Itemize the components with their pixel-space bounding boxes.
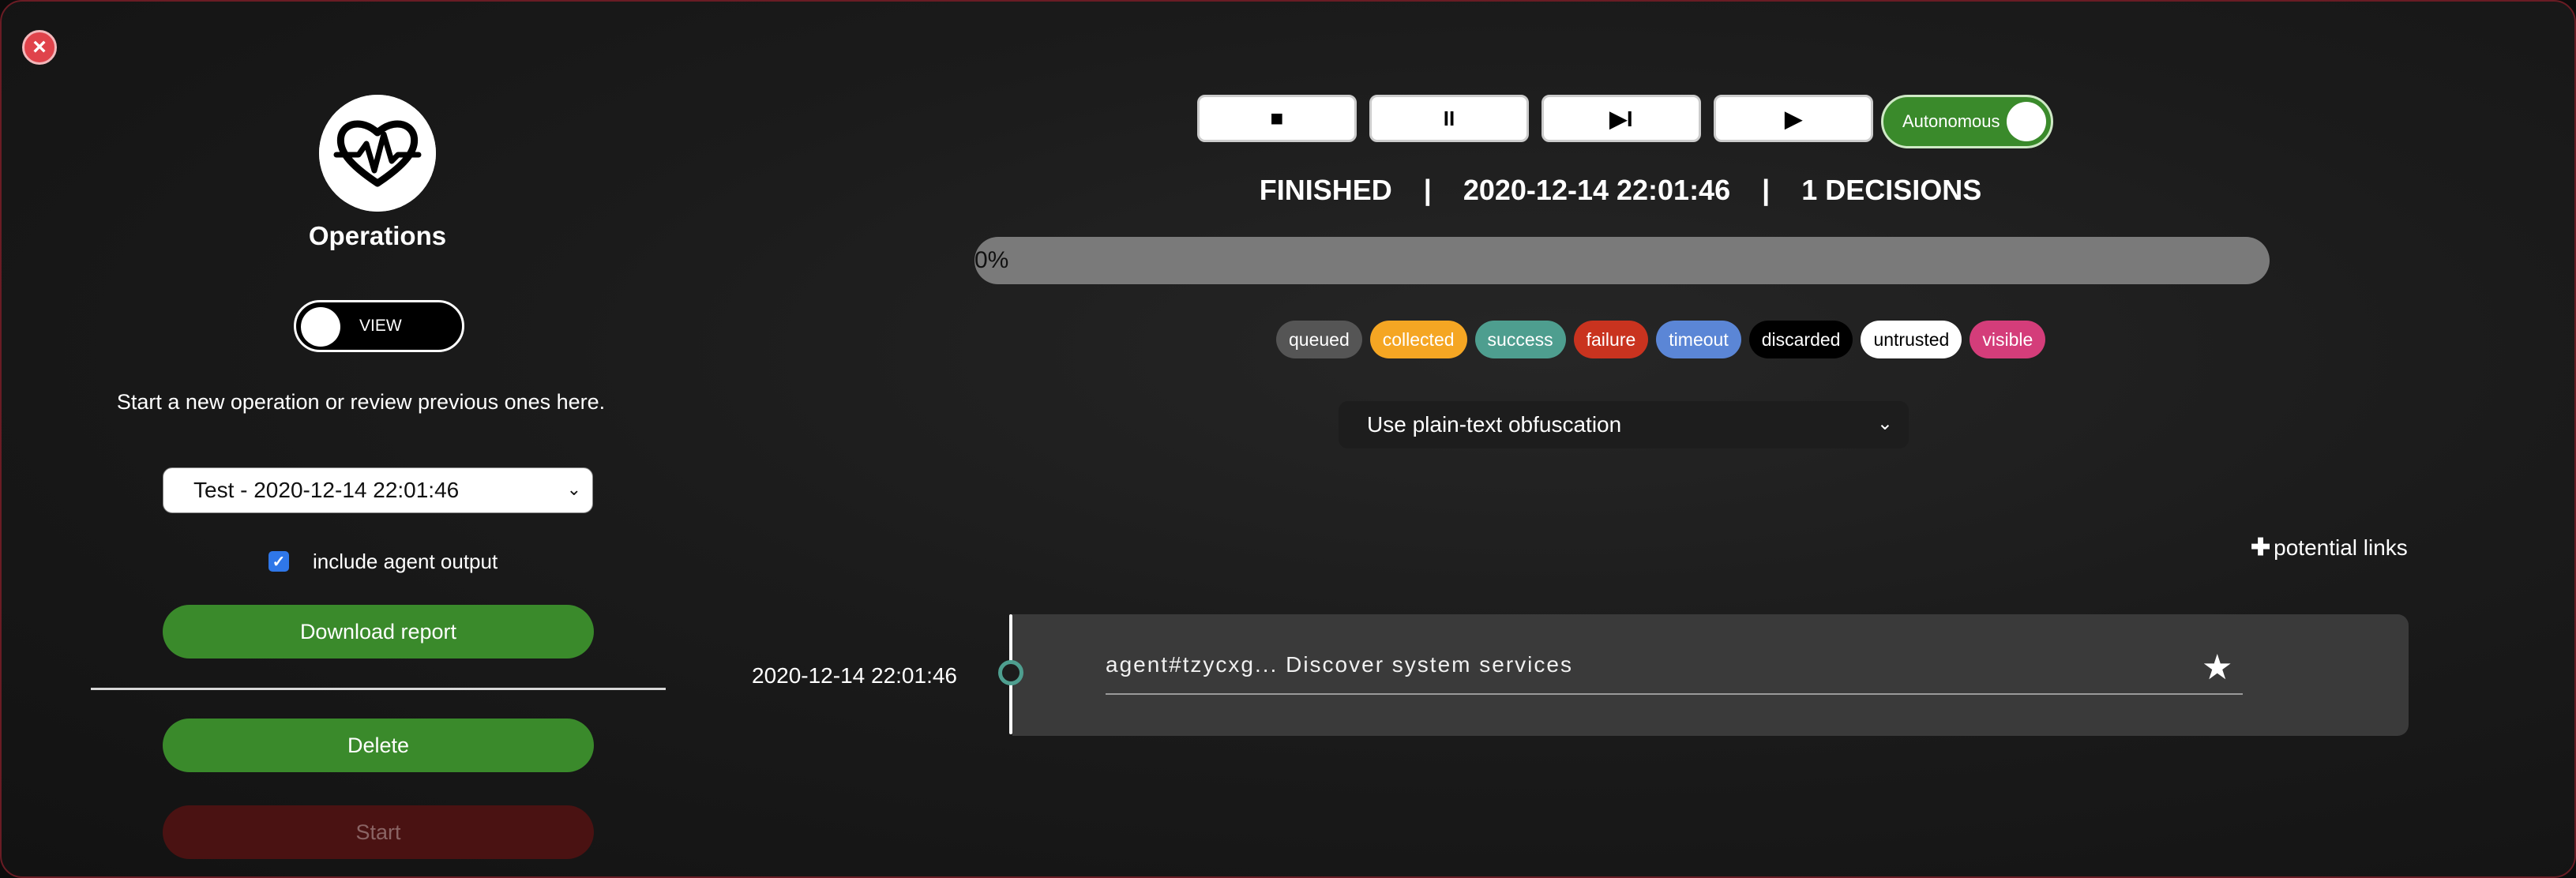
- status-separator: |: [1762, 174, 1771, 206]
- timeline-entry[interactable]: agent#tzycxg... Discover system services…: [1012, 614, 2409, 736]
- intro-text: Start a new operation or review previous…: [116, 390, 606, 414]
- step-button[interactable]: ▶I: [1541, 95, 1701, 142]
- pause-icon: II: [1443, 106, 1455, 130]
- play-button[interactable]: ▶: [1714, 95, 1873, 142]
- chevron-down-icon: ⌄: [1876, 413, 1893, 434]
- operation-status: FINISHED | 2020-12-14 22:01:46 | 1 DECIS…: [1186, 174, 2055, 207]
- include-output-label: include agent output: [313, 550, 498, 573]
- toggle-knob: [2007, 102, 2046, 141]
- status-state: FINISHED: [1259, 174, 1392, 206]
- autonomous-toggle[interactable]: Autonomous: [1881, 95, 2053, 148]
- toggle-knob: [301, 307, 340, 347]
- close-icon[interactable]: ×: [22, 30, 57, 65]
- legend-pill-visible: visible: [1970, 321, 2046, 358]
- delete-button[interactable]: Delete: [163, 719, 594, 772]
- operation-select[interactable]: Test - 2020-12-14 22:01:46 ⌄: [163, 467, 593, 513]
- legend-pill-untrusted: untrusted: [1861, 321, 1962, 358]
- legend-pill-failure: failure: [1573, 321, 1649, 358]
- potential-links-button[interactable]: ✚ potential links: [2251, 534, 2408, 561]
- legend-pill-timeout: timeout: [1656, 321, 1741, 358]
- star-icon[interactable]: ★: [2202, 651, 2232, 685]
- timeline-status-dot[interactable]: [998, 660, 1023, 685]
- progress-bar: 0%: [974, 237, 2270, 284]
- timeline-timestamp: 2020-12-14 22:01:46: [752, 663, 957, 688]
- legend-pill-queued: queued: [1276, 321, 1362, 358]
- plus-icon: ✚: [2251, 535, 2271, 561]
- view-toggle[interactable]: VIEW: [294, 300, 464, 352]
- app-frame: × Operations VIEW Start a new operation …: [0, 0, 2576, 878]
- legend-pill-collected: collected: [1369, 321, 1467, 358]
- status-separator: |: [1423, 174, 1432, 206]
- status-legend: queued collected success failure timeout disc…: [1276, 321, 2046, 358]
- start-button[interactable]: Start: [163, 805, 594, 859]
- status-timestamp: 2020-12-14 22:01:46: [1463, 174, 1731, 206]
- stop-button[interactable]: ■: [1197, 95, 1357, 142]
- autonomous-label: Autonomous: [1902, 111, 2000, 131]
- play-icon: ▶: [1785, 106, 1802, 131]
- step-icon: ▶I: [1609, 106, 1633, 131]
- timeline-entry-text: agent#tzycxg... Discover system services: [1106, 652, 1573, 677]
- obfuscation-select[interactable]: Use plain-text obfuscation ⌄: [1339, 401, 1909, 448]
- divider: [91, 688, 666, 690]
- section-title: Operations: [308, 221, 447, 250]
- legend-pill-success: success: [1474, 321, 1566, 358]
- heartbeat-icon: [319, 95, 436, 212]
- potential-links-label: potential links: [2274, 535, 2408, 560]
- legend-pill-discarded: discarded: [1748, 321, 1853, 358]
- operation-select-value: Test - 2020-12-14 22:01:46: [193, 478, 460, 502]
- progress-text: 0%: [974, 247, 1009, 273]
- view-toggle-label: VIEW: [359, 317, 402, 335]
- timeline-entry-underline: [1106, 693, 2243, 695]
- include-output-checkbox[interactable]: ✓: [268, 551, 289, 572]
- download-report-button[interactable]: Download report: [163, 605, 594, 658]
- status-decisions: 1 DECISIONS: [1801, 174, 1982, 206]
- obfuscation-select-value: Use plain-text obfuscation: [1367, 412, 1622, 437]
- pause-button[interactable]: II: [1369, 95, 1529, 142]
- chevron-down-icon: ⌄: [566, 479, 581, 499]
- stop-icon: ■: [1270, 106, 1284, 130]
